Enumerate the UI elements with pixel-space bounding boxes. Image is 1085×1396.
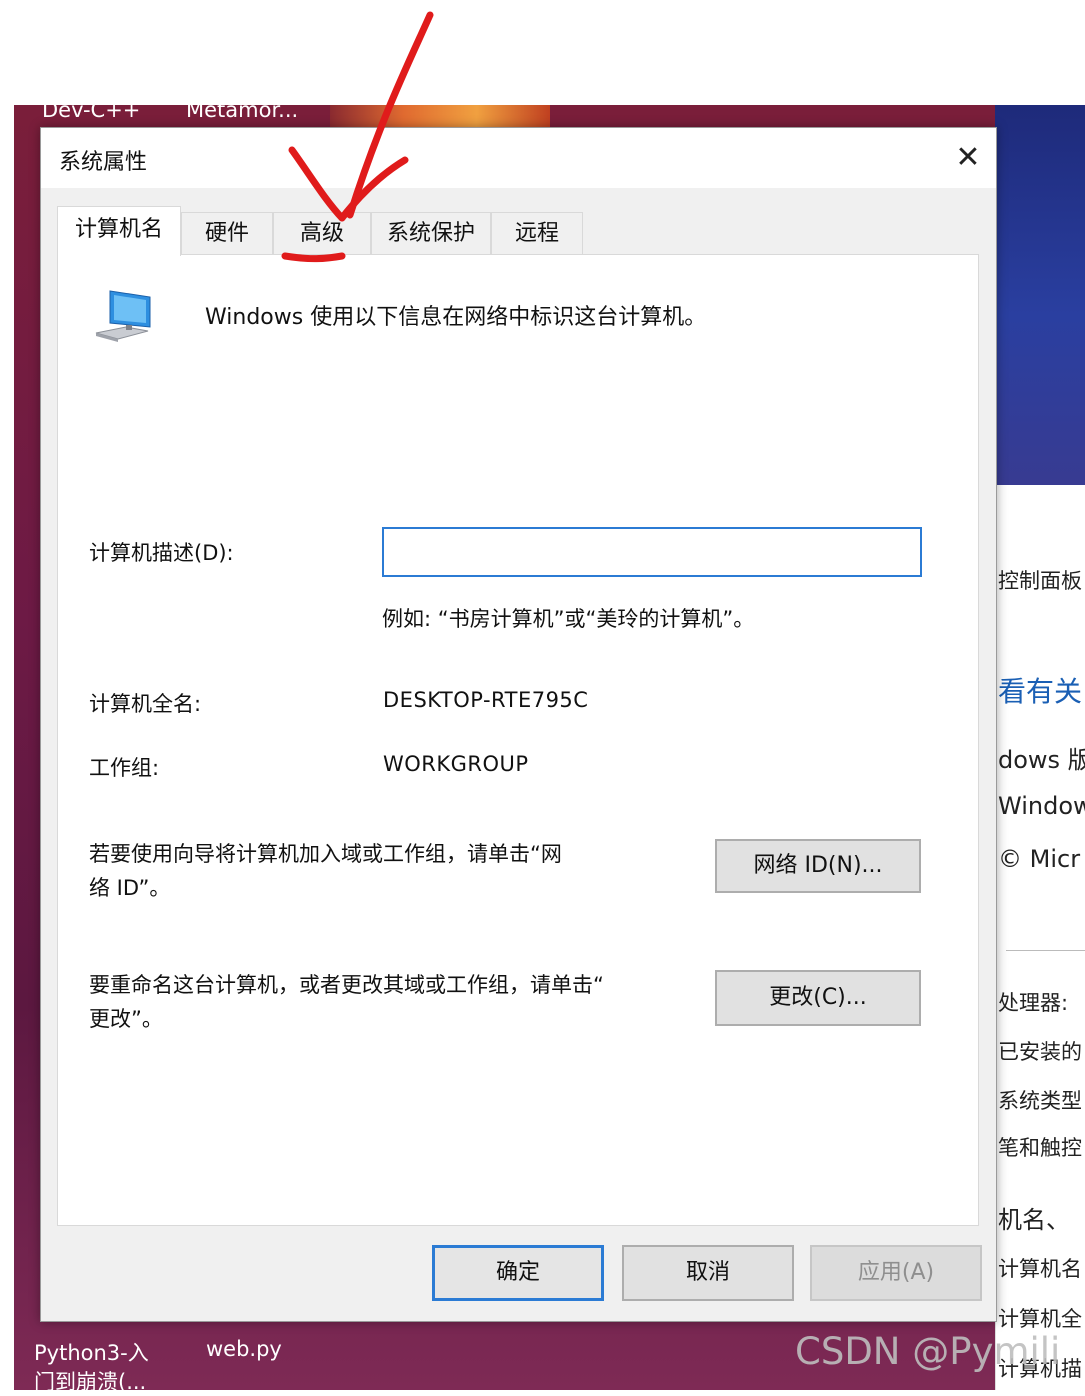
workgroup-label: 工作组: <box>89 756 160 780</box>
close-icon: ✕ <box>955 140 981 175</box>
network-id-text-line1: 若要使用向导将计算机加入域或工作组，请单击“网 <box>89 842 562 866</box>
description-label: 计算机描述(D): <box>89 541 234 565</box>
cp-line: 系统类型 <box>998 1089 1082 1113</box>
rename-text-line2: 更改”。 <box>89 1007 163 1031</box>
cp-line: 看有关 <box>998 675 1083 708</box>
cp-line: Window <box>998 792 1085 820</box>
cancel-button-label: 取消 <box>685 1260 730 1285</box>
computer-icon <box>95 290 151 342</box>
ok-button[interactable]: 确定 <box>432 1245 604 1301</box>
desktop-icon-python-label[interactable]: Python3-入 <box>34 1337 149 1367</box>
apply-button[interactable]: 应用(A) <box>810 1245 982 1301</box>
full-name-value: DESKTOP-RTE795C <box>383 688 589 712</box>
tab-hardware[interactable]: 硬件 <box>181 212 273 254</box>
network-id-text-line2: 络 ID”。 <box>89 876 171 900</box>
ok-button-label: 确定 <box>495 1260 540 1285</box>
tab-computer-name[interactable]: 计算机名 <box>57 206 181 256</box>
rename-instructions: 要重命名这台计算机，或者更改其域或工作组，请单击“ 更改”。 <box>89 968 709 1036</box>
cp-line: © Micr <box>998 845 1081 873</box>
rename-text-line1: 要重命名这台计算机，或者更改其域或工作组，请单击“ <box>89 973 604 997</box>
full-name-label: 计算机全名: <box>89 692 202 716</box>
network-id-button-label: 网络 ID(N)... <box>753 853 883 878</box>
desktop-icon-devcpp-label[interactable]: Dev-C++ <box>42 98 140 122</box>
workgroup-value: WORKGROUP <box>383 752 529 776</box>
cp-line: dows 版 <box>998 746 1085 774</box>
cp-line: 计算机名 <box>998 1257 1082 1281</box>
red-arrow-annotation <box>281 11 434 263</box>
computer-description-input[interactable] <box>382 527 922 577</box>
system-properties-dialog: 系统属性 ✕ 计算机名 硬件 高级 系统保护 远程 Windows 使用以下信息… <box>40 127 997 1322</box>
apply-button-label: 应用(A) <box>857 1260 935 1285</box>
tab-remote[interactable]: 远程 <box>491 212 583 254</box>
cp-line: 处理器: <box>998 991 1069 1015</box>
computer-name-tab-panel: Windows 使用以下信息在网络中标识这台计算机。 计算机描述(D): 例如:… <box>57 254 979 1226</box>
network-id-instructions: 若要使用向导将计算机加入域或工作组，请单击“网 络 ID”。 <box>89 837 689 905</box>
background-control-panel-window: 控制面板 看有关 dows 版 Window © Micr 处理器: 已安装的 … <box>995 485 1085 1390</box>
intro-text: Windows 使用以下信息在网络中标识这台计算机。 <box>205 305 707 330</box>
desktop-wallpaper-right <box>995 105 1085 525</box>
change-button-label: 更改(C)... <box>769 985 867 1010</box>
dialog-titlebar[interactable]: 系统属性 ✕ <box>41 128 996 188</box>
description-example: 例如: “书房计算机”或“美玲的计算机”。 <box>382 607 755 631</box>
network-id-button[interactable]: 网络 ID(N)... <box>715 839 921 893</box>
cp-line: 计算机全 <box>998 1307 1082 1331</box>
cp-line: 机名、 <box>998 1206 1070 1234</box>
cp-line: 笔和触控 <box>998 1136 1082 1160</box>
tab-label: 远程 <box>514 221 559 246</box>
cp-line: 控制面板 <box>998 569 1082 593</box>
csdn-watermark: CSDN @Pymili <box>795 1330 1061 1373</box>
desktop-icon-webpy-label[interactable]: web.py <box>206 1337 282 1361</box>
tab-label: 硬件 <box>204 221 249 246</box>
desktop-icon-python-label-line2[interactable]: 门到崩溃(... <box>34 1366 146 1396</box>
dialog-title: 系统属性 <box>59 150 148 175</box>
cp-line: 已安装的 <box>998 1040 1082 1064</box>
cp-divider <box>1006 950 1085 951</box>
tab-label: 计算机名 <box>74 217 163 242</box>
close-button[interactable]: ✕ <box>946 136 990 180</box>
cancel-button[interactable]: 取消 <box>622 1245 794 1301</box>
change-button[interactable]: 更改(C)... <box>715 970 921 1026</box>
